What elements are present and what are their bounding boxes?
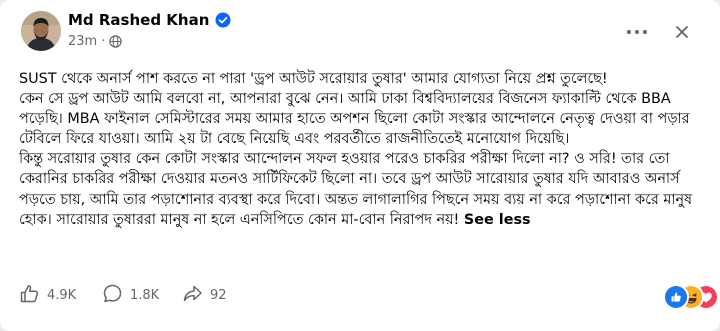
comment-button[interactable]: 1.8K bbox=[102, 283, 159, 308]
close-icon[interactable] bbox=[668, 18, 696, 46]
share-button[interactable]: 92 bbox=[182, 283, 227, 308]
reaction-summary[interactable] bbox=[663, 284, 719, 310]
comment-icon bbox=[102, 283, 123, 308]
post-body: SUST থেকে অনার্স পাশ করতে না পারা 'ড্রপ … bbox=[19, 69, 709, 230]
post-timestamp[interactable]: 23m bbox=[68, 34, 97, 49]
post-actions: 4.9K 1.8K 92 bbox=[19, 283, 709, 309]
share-count: 92 bbox=[210, 288, 227, 303]
author-avatar[interactable] bbox=[21, 11, 61, 51]
post-body-text: SUST থেকে অনার্স পাশ করতে না পারা 'ড্রপ … bbox=[19, 71, 693, 228]
share-icon bbox=[182, 283, 203, 308]
like-count: 4.9K bbox=[47, 288, 77, 303]
avatar-photo bbox=[21, 11, 61, 51]
see-less-link[interactable]: See less bbox=[464, 212, 531, 228]
post-meta: 23m · bbox=[68, 34, 123, 49]
more-options-icon[interactable] bbox=[620, 22, 654, 42]
verified-badge-icon bbox=[215, 12, 231, 28]
globe-icon[interactable] bbox=[109, 35, 123, 48]
like-button[interactable]: 4.9K bbox=[19, 283, 76, 308]
author-name[interactable]: Md Rashed Khan bbox=[68, 11, 209, 29]
meta-separator: · bbox=[101, 34, 106, 49]
like-icon bbox=[19, 283, 40, 308]
like-reaction-icon bbox=[663, 284, 689, 310]
comment-count: 1.8K bbox=[130, 288, 160, 303]
author-row: Md Rashed Khan bbox=[68, 11, 231, 29]
post-card: Md Rashed Khan 23m · SUST থেকে অনার্স পা… bbox=[0, 0, 720, 331]
